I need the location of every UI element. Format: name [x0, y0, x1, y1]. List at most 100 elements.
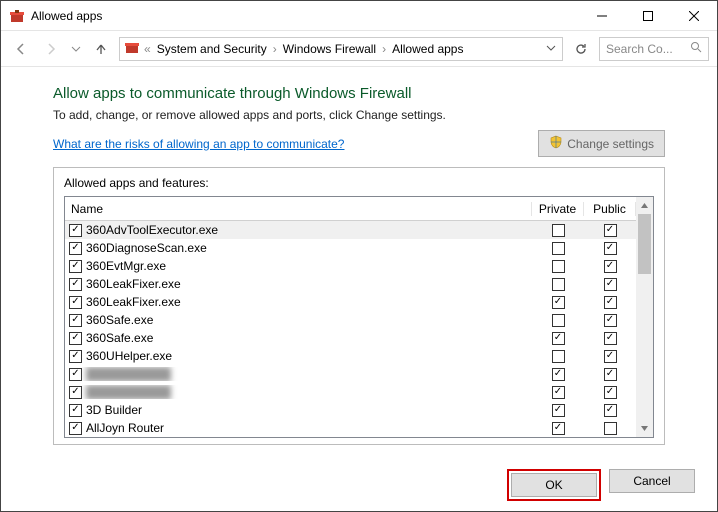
public-checkbox[interactable]: [604, 260, 617, 273]
breadcrumb-item[interactable]: System and Security: [155, 42, 269, 56]
table-row[interactable]: 360Safe.exe: [65, 329, 636, 347]
recent-locations-button[interactable]: [69, 37, 83, 61]
public-checkbox[interactable]: [604, 296, 617, 309]
up-button[interactable]: [89, 37, 113, 61]
search-input[interactable]: Search Co...: [599, 37, 709, 61]
breadcrumb-item[interactable]: Windows Firewall: [281, 42, 378, 56]
maximize-button[interactable]: [625, 1, 671, 31]
back-button[interactable]: [9, 37, 33, 61]
table-header: Name Private Public: [65, 197, 653, 221]
window-title: Allowed apps: [31, 9, 579, 23]
chevron-left-icon: «: [142, 42, 153, 56]
enabled-checkbox[interactable]: [69, 422, 82, 435]
table-row[interactable]: 360LeakFixer.exe: [65, 275, 636, 293]
titlebar: Allowed apps: [1, 1, 717, 31]
table-row[interactable]: ██████████: [65, 383, 636, 401]
app-name: 360EvtMgr.exe: [86, 259, 166, 273]
private-checkbox[interactable]: [552, 422, 565, 435]
chevron-right-icon: ›: [380, 42, 388, 56]
private-checkbox[interactable]: [552, 224, 565, 237]
table-row[interactable]: 360AdvToolExecutor.exe: [65, 221, 636, 239]
app-name: 360Safe.exe: [86, 313, 153, 327]
app-name: ██████████: [86, 367, 171, 381]
enabled-checkbox[interactable]: [69, 278, 82, 291]
private-checkbox[interactable]: [552, 350, 565, 363]
breadcrumb-item[interactable]: Allowed apps: [390, 42, 465, 56]
forward-button[interactable]: [39, 37, 63, 61]
table-row[interactable]: 360UHelper.exe: [65, 347, 636, 365]
shield-icon: [549, 135, 563, 152]
private-checkbox[interactable]: [552, 404, 565, 417]
change-settings-label: Change settings: [567, 137, 654, 151]
table-row[interactable]: ██████████: [65, 365, 636, 383]
close-button[interactable]: [671, 1, 717, 31]
table-row[interactable]: AllJoyn Router: [65, 419, 636, 437]
refresh-button[interactable]: [569, 37, 593, 61]
enabled-checkbox[interactable]: [69, 404, 82, 417]
enabled-checkbox[interactable]: [69, 224, 82, 237]
private-checkbox[interactable]: [552, 296, 565, 309]
enabled-checkbox[interactable]: [69, 350, 82, 363]
dialog-footer: OK Cancel: [507, 469, 695, 501]
scroll-down-button[interactable]: [636, 420, 653, 437]
enabled-checkbox[interactable]: [69, 386, 82, 399]
table-row[interactable]: 360LeakFixer.exe: [65, 293, 636, 311]
public-checkbox[interactable]: [604, 422, 617, 435]
group-title: Allowed apps and features:: [64, 176, 654, 190]
private-checkbox[interactable]: [552, 386, 565, 399]
ok-button[interactable]: OK: [511, 473, 597, 497]
private-checkbox[interactable]: [552, 242, 565, 255]
private-checkbox[interactable]: [552, 314, 565, 327]
search-icon: [690, 41, 702, 56]
minimize-button[interactable]: [579, 1, 625, 31]
public-checkbox[interactable]: [604, 314, 617, 327]
table-row[interactable]: 360Safe.exe: [65, 311, 636, 329]
risks-link[interactable]: What are the risks of allowing an app to…: [53, 137, 344, 151]
public-checkbox[interactable]: [604, 224, 617, 237]
app-name: 3D Builder: [86, 403, 142, 417]
public-checkbox[interactable]: [604, 368, 617, 381]
allowed-apps-group: Allowed apps and features: Name Private …: [53, 167, 665, 445]
scrollbar[interactable]: [636, 197, 653, 437]
public-checkbox[interactable]: [604, 386, 617, 399]
ok-highlight: OK: [507, 469, 601, 501]
public-checkbox[interactable]: [604, 278, 617, 291]
content-area: Allow apps to communicate through Window…: [1, 67, 717, 445]
app-name: 360UHelper.exe: [86, 349, 172, 363]
enabled-checkbox[interactable]: [69, 314, 82, 327]
public-checkbox[interactable]: [604, 332, 617, 345]
private-checkbox[interactable]: [552, 368, 565, 381]
navbar: « System and Security › Windows Firewall…: [1, 31, 717, 67]
app-icon: [9, 8, 25, 24]
table-row[interactable]: 360EvtMgr.exe: [65, 257, 636, 275]
app-name: 360LeakFixer.exe: [86, 277, 181, 291]
col-private[interactable]: Private: [532, 202, 584, 216]
app-name: AllJoyn Router: [86, 421, 164, 435]
enabled-checkbox[interactable]: [69, 242, 82, 255]
chevron-right-icon: ›: [271, 42, 279, 56]
enabled-checkbox[interactable]: [69, 368, 82, 381]
table-row[interactable]: 3D Builder: [65, 401, 636, 419]
enabled-checkbox[interactable]: [69, 260, 82, 273]
col-name[interactable]: Name: [65, 202, 532, 216]
change-settings-button[interactable]: Change settings: [538, 130, 665, 157]
enabled-checkbox[interactable]: [69, 332, 82, 345]
public-checkbox[interactable]: [604, 404, 617, 417]
public-checkbox[interactable]: [604, 350, 617, 363]
scroll-up-button[interactable]: [636, 197, 653, 214]
address-dropdown[interactable]: [544, 42, 558, 56]
search-placeholder: Search Co...: [606, 42, 673, 56]
scroll-track[interactable]: [636, 214, 653, 420]
location-icon: [124, 39, 140, 58]
cancel-button[interactable]: Cancel: [609, 469, 695, 493]
private-checkbox[interactable]: [552, 260, 565, 273]
private-checkbox[interactable]: [552, 278, 565, 291]
scroll-thumb[interactable]: [638, 214, 651, 274]
private-checkbox[interactable]: [552, 332, 565, 345]
public-checkbox[interactable]: [604, 242, 617, 255]
table-row[interactable]: 360DiagnoseScan.exe: [65, 239, 636, 257]
app-name: 360AdvToolExecutor.exe: [86, 223, 218, 237]
enabled-checkbox[interactable]: [69, 296, 82, 309]
col-public[interactable]: Public: [584, 202, 636, 216]
address-bar[interactable]: « System and Security › Windows Firewall…: [119, 37, 563, 61]
